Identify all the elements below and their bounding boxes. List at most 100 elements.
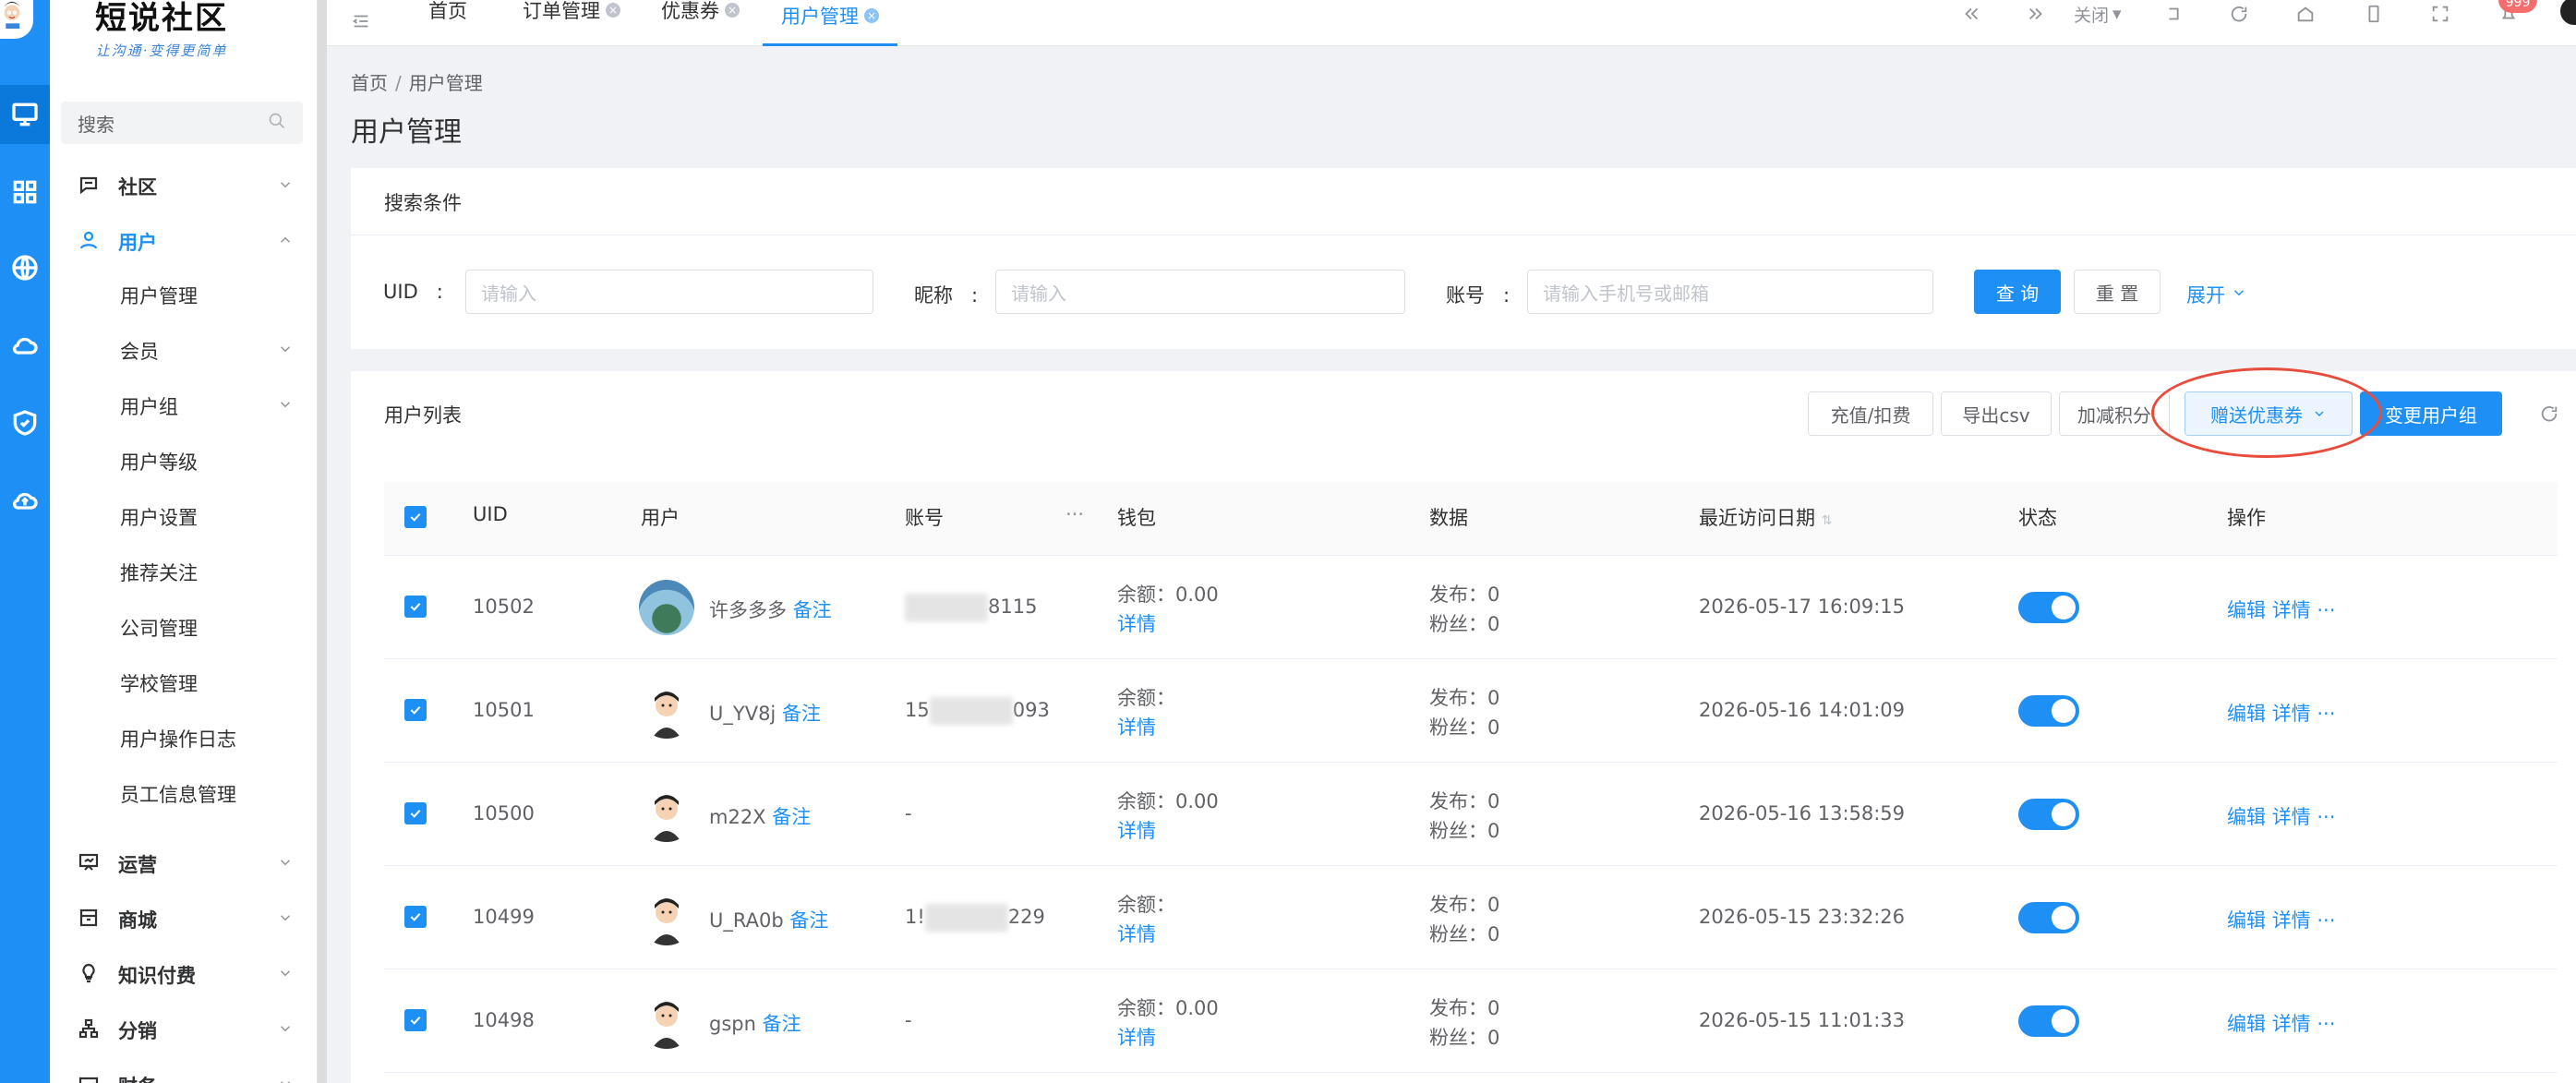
edit-link[interactable]: 编辑 [2227,599,2266,621]
chevron-down-icon [277,1076,318,1083]
uid-input[interactable]: 请输入 [465,270,873,314]
more-actions-icon[interactable]: ··· [2317,703,2335,725]
row-checkbox[interactable] [404,699,427,721]
refresh-list-icon[interactable] [2539,400,2559,427]
wallet-detail-link[interactable]: 详情 [1117,920,1156,947]
more-actions-icon[interactable]: ··· [2317,1013,2335,1035]
close-icon[interactable]: × [606,3,620,18]
menu-collapse-icon[interactable] [351,11,371,35]
details-link[interactable]: 详情 [2272,703,2311,725]
sidebar-item-user-level[interactable]: 用户等级 [50,434,318,489]
edit-link[interactable]: 编辑 [2227,806,2266,828]
sidebar-group-mall[interactable]: 商城 [50,892,318,947]
export-csv-button[interactable]: 导出csv [1941,391,2052,436]
select-all-checkbox[interactable] [404,506,427,528]
tab-user-management[interactable]: 用户管理 × [763,0,897,46]
sidebar-group-paid-knowledge[interactable]: 知识付费 [50,947,318,1003]
more-actions-icon[interactable]: ··· [2317,909,2335,932]
status-toggle[interactable] [2018,695,2079,727]
mobile-icon[interactable] [2364,0,2384,28]
reset-button[interactable]: 重 置 [2074,270,2161,314]
close-icon[interactable]: × [864,7,879,23]
details-link[interactable]: 详情 [2272,599,2311,621]
sidebar-item-company-management[interactable]: 公司管理 [50,600,318,656]
fans-value: 0 [1487,1027,1500,1049]
recharge-deduct-button[interactable]: 充值/扣费 [1808,391,1933,436]
row-user-name[interactable]: gspn [709,1013,756,1035]
sidebar-item-membership[interactable]: 会员 [50,323,318,379]
details-link[interactable]: 详情 [2272,1013,2311,1035]
edit-link[interactable]: 编辑 [2227,909,2266,932]
wallet-detail-link[interactable]: 详情 [1117,609,1156,637]
status-toggle[interactable] [2018,799,2079,830]
account-prefix: 1! [905,906,925,928]
details-link[interactable]: 详情 [2272,806,2311,828]
status-toggle[interactable] [2018,902,2079,933]
tab-home[interactable]: 首页 [428,0,467,33]
breadcrumb-home[interactable]: 首页 [351,72,388,94]
return-icon[interactable] [2164,0,2185,28]
account-input[interactable]: 请输入手机号或邮箱 [1527,270,1933,314]
scroll-right-icon[interactable] [2026,0,2046,28]
sidebar-item-recommended-follow[interactable]: 推荐关注 [50,545,318,600]
edit-link[interactable]: 编辑 [2227,1013,2266,1035]
row-account: - [905,802,912,824]
row-user-name[interactable]: m22X [709,806,766,828]
sidebar-group-operations[interactable]: 运营 [50,836,318,892]
row-user-name[interactable]: U_YV8j [709,703,776,725]
sidebar-item-user-settings[interactable]: 用户设置 [50,489,318,545]
tab-orders[interactable]: 订单管理 × [523,0,620,33]
more-actions-icon[interactable]: ··· [2317,599,2335,621]
sidebar-group-distribution[interactable]: 分销 [50,1003,318,1058]
rail-monitor-icon[interactable] [0,85,50,144]
close-icon[interactable]: × [725,3,740,18]
header-last-visit[interactable]: 最近访问日期 ⇅ [1699,503,1832,531]
sidebar-item-staff-info[interactable]: 员工信息管理 [50,766,318,822]
remark-link[interactable]: 备注 [782,703,821,725]
row-checkbox[interactable] [404,802,427,824]
rail-shield-icon[interactable] [0,393,50,452]
sidebar-item-user-group[interactable]: 用户组 [50,379,318,434]
row-checkbox[interactable] [404,596,427,618]
rail-cloud-icon[interactable] [0,316,50,375]
query-button[interactable]: 查 询 [1974,270,2061,314]
fullscreen-icon[interactable] [2430,0,2450,28]
wallet-detail-link[interactable]: 详情 [1117,713,1156,740]
wallet-detail-link[interactable]: 详情 [1117,1023,1156,1051]
publish-value: 0 [1487,790,1500,812]
row-user-name[interactable]: U_RA0b [709,909,784,932]
expand-link[interactable]: 展开 [2186,281,2247,308]
sidebar-item-user-management[interactable]: 用户管理 [50,268,318,323]
sidebar-search-input[interactable]: 搜索 [61,102,303,144]
balance-value: 0.00 [1175,584,1219,606]
details-link[interactable]: 详情 [2272,909,2311,932]
close-tabs-dropdown[interactable]: 关闭 ▾ [2074,0,2122,28]
sidebar-item-user-action-log[interactable]: 用户操作日志 [50,711,318,766]
sidebar-item-school-management[interactable]: 学校管理 [50,656,318,711]
admin-avatar[interactable] [0,0,33,39]
scroll-left-icon[interactable] [1961,0,1981,28]
sidebar-group-community[interactable]: 社区 [50,159,318,214]
home-icon[interactable] [2295,0,2316,28]
row-checkbox[interactable] [404,1009,427,1031]
tab-coupons[interactable]: 优惠券 × [661,0,740,33]
header-more[interactable]: ··· [1065,503,1084,525]
wallet-detail-link[interactable]: 详情 [1117,816,1156,844]
row-checkbox[interactable] [404,906,427,928]
row-user-name[interactable]: 许多多多 [709,599,787,621]
status-toggle[interactable] [2018,1005,2079,1037]
remark-link[interactable]: 备注 [793,599,832,621]
remark-link[interactable]: 备注 [763,1013,801,1035]
nickname-input[interactable]: 请输入 [995,270,1405,314]
status-toggle[interactable] [2018,592,2079,623]
rail-globe-icon[interactable] [0,238,50,297]
remark-link[interactable]: 备注 [772,806,811,828]
sidebar-group-finance[interactable]: 财务 [50,1058,318,1083]
edit-link[interactable]: 编辑 [2227,703,2266,725]
rail-grid-icon[interactable] [0,162,50,222]
rail-cloud-upload-icon[interactable] [0,471,50,530]
refresh-icon[interactable] [2229,0,2249,28]
sidebar-group-user[interactable]: 用户 [50,214,318,270]
remark-link[interactable]: 备注 [789,909,828,932]
more-actions-icon[interactable]: ··· [2317,806,2335,828]
